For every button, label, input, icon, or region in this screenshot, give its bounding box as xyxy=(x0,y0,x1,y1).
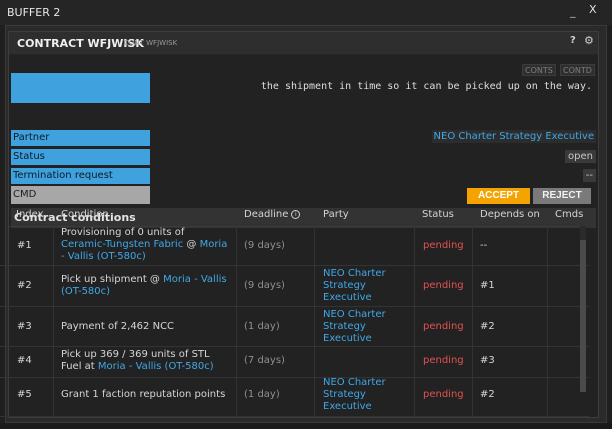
row-depends: #2 xyxy=(480,321,495,332)
window-title: BUFFER 2 xyxy=(7,6,61,19)
condition-text: Pick up 369 / 369 units of STL xyxy=(61,349,210,360)
row-deadline: (9 days) xyxy=(244,240,285,251)
reject-button[interactable]: REJECT xyxy=(533,188,591,204)
termination-value: -- xyxy=(582,169,596,182)
condition-text-cont: Fuel at xyxy=(61,361,95,372)
location-link-cont[interactable]: - Vallis (OT-580c) xyxy=(61,251,146,262)
accept-button[interactable]: ACCEPT xyxy=(467,188,530,204)
table-row: #2 Pick up shipment @ Moria - Vallis (OT… xyxy=(0,267,589,307)
window-titlebar: BUFFER 2 _ X xyxy=(0,0,612,25)
location-link-cont[interactable]: (OT-580c) xyxy=(61,286,110,297)
help-icon[interactable]: ? xyxy=(570,35,576,46)
row-index: #5 xyxy=(17,389,32,400)
row-status: pending xyxy=(423,280,464,291)
termination-label: Termination request xyxy=(11,168,150,184)
row-party-link[interactable]: NEO Charter Strategy Executive xyxy=(323,268,411,304)
row-index: #2 xyxy=(17,280,32,291)
table-row: #5 Grant 1 faction reputation points (1 … xyxy=(0,377,589,417)
minimize-button[interactable]: _ xyxy=(570,5,580,18)
at-symbol: @ xyxy=(186,239,197,250)
status-row: Status open xyxy=(9,149,598,165)
row-status: pending xyxy=(423,355,464,366)
tile-header: CONTRACT WFJWISK CONT WFJWISK ? ⚙ xyxy=(9,32,598,54)
partner-row: Partner NEO Charter Strategy Executive xyxy=(9,130,598,146)
partner-value[interactable]: NEO Charter Strategy Executive xyxy=(431,130,596,143)
col-deadline-label: Deadline xyxy=(244,209,289,220)
close-button[interactable]: X xyxy=(589,3,601,16)
row-depends: -- xyxy=(480,240,488,251)
row-deadline: (1 day) xyxy=(244,321,280,332)
status-value: open xyxy=(565,150,596,163)
row-depends: #1 xyxy=(480,280,495,291)
bottom-bar xyxy=(0,423,612,429)
row-depends: #3 xyxy=(480,355,495,366)
col-status: Status xyxy=(422,209,454,220)
condition-text: Provisioning of 0 units of xyxy=(61,227,185,238)
row-deadline: (7 days) xyxy=(244,355,285,366)
partner-link[interactable]: NEO Charter Strategy Executive xyxy=(431,130,596,143)
location-link[interactable]: Moria - Vallis xyxy=(163,274,226,285)
description-text: the shipment in time so it can be picked… xyxy=(260,81,592,92)
info-icon[interactable]: i xyxy=(291,209,301,219)
gear-icon[interactable]: ⚙ xyxy=(584,34,594,47)
row-condition: Pick up shipment @ Moria - Vallis (OT-58… xyxy=(61,274,233,298)
termination-row: Termination request -- xyxy=(9,168,598,184)
row-index: #4 xyxy=(17,355,32,366)
description-row: the shipment in time so it can be picked… xyxy=(9,73,598,103)
row-index: #3 xyxy=(17,321,32,332)
col-index: Index xyxy=(16,209,44,220)
col-party: Party xyxy=(323,209,349,220)
row-condition: Grant 1 faction reputation points xyxy=(61,389,226,400)
table-row: #1 Provisioning of 0 units of Ceramic-Tu… xyxy=(0,226,589,266)
row-deadline: (9 days) xyxy=(244,280,285,291)
col-cmds: Cmds xyxy=(555,209,584,220)
location-link[interactable]: Moria - Vallis (OT-580c) xyxy=(98,361,214,372)
scrollbar-thumb[interactable] xyxy=(580,240,586,392)
partner-label: Partner xyxy=(11,130,150,146)
row-deadline: (1 day) xyxy=(244,389,280,400)
col-deadline: Deadline i xyxy=(244,209,301,220)
row-status: pending xyxy=(423,240,464,251)
tab-contd[interactable]: CONTD xyxy=(560,64,595,76)
row-index: #1 xyxy=(17,240,32,251)
row-depends: #2 xyxy=(480,389,495,400)
row-condition: Pick up 369 / 369 units of STL Fuel at M… xyxy=(61,349,236,373)
row-condition: Provisioning of 0 units of Ceramic-Tungs… xyxy=(61,227,233,263)
table-row: #3 Payment of 2,462 NCC (1 day) NEO Char… xyxy=(0,308,589,347)
material-link[interactable]: Ceramic-Tungsten Fabric xyxy=(61,239,183,250)
tile-subtitle: CONT WFJWISK xyxy=(124,39,178,47)
location-link[interactable]: Moria xyxy=(200,239,228,250)
cmd-label: CMD xyxy=(11,186,150,204)
row-condition: Payment of 2,462 NCC xyxy=(61,321,175,332)
row-status: pending xyxy=(423,321,464,332)
condition-text: Pick up shipment @ xyxy=(61,274,160,285)
row-party-link[interactable]: NEO Charter Strategy Executive xyxy=(323,377,411,413)
status-label: Status xyxy=(11,149,150,165)
row-status: pending xyxy=(423,389,464,400)
col-condition: Condition xyxy=(61,209,109,220)
row-party-link[interactable]: NEO Charter Strategy Executive xyxy=(323,309,411,345)
table-row: #4 Pick up 369 / 369 units of STL Fuel a… xyxy=(0,348,589,378)
col-depends-on: Depends on xyxy=(480,209,540,220)
cmd-row: CMD ACCEPT REJECT xyxy=(9,186,598,204)
tab-conts[interactable]: CONTS xyxy=(522,64,556,76)
description-label xyxy=(11,73,150,103)
